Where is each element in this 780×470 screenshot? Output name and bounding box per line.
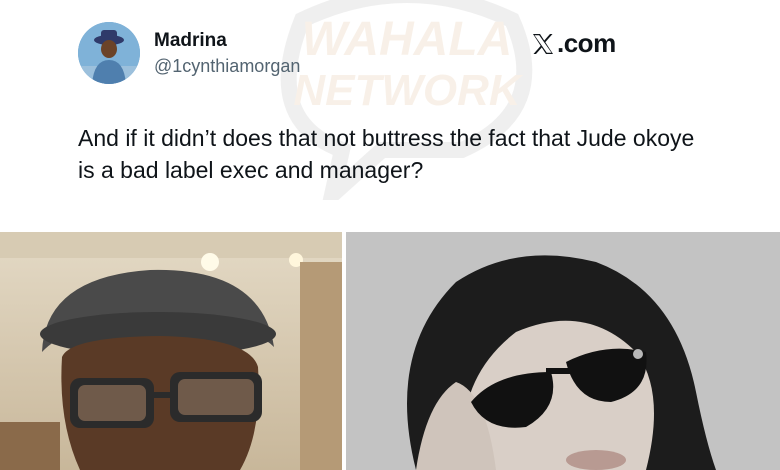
media-photo-right[interactable] [346, 232, 780, 470]
platform-label: .com [557, 28, 616, 58]
tweet-card: WAHALA NETWORK Madrina @1cynthiamorgan .… [0, 0, 780, 232]
man-in-cap-photo-icon [0, 232, 342, 470]
x-logo-icon [533, 33, 553, 54]
avatar-photo-icon [78, 22, 140, 84]
woman-in-sunglasses-photo-icon [346, 232, 780, 470]
tweet-text: And if it didn’t does that not buttress … [78, 125, 695, 183]
author-avatar[interactable] [78, 22, 140, 84]
svg-text:NETWORK: NETWORK [293, 66, 524, 115]
tweet-media[interactable] [0, 232, 780, 470]
x-com-logo: .com [531, 28, 616, 59]
svg-text:WAHALA: WAHALA [302, 13, 513, 66]
author-handle[interactable]: @1cynthiamorgan [154, 56, 300, 77]
author-name[interactable]: Madrina [154, 30, 227, 52]
media-photo-left[interactable] [0, 232, 342, 470]
